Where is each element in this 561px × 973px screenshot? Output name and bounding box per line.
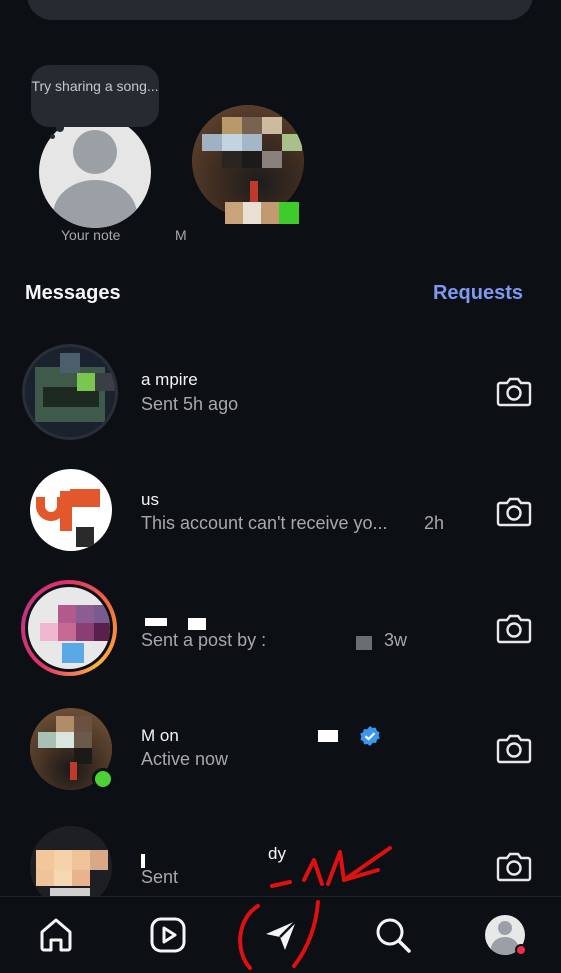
- verified-badge-icon: [360, 726, 380, 746]
- story-ring[interactable]: [21, 580, 117, 676]
- camera-icon[interactable]: [496, 850, 532, 882]
- conversation-row[interactable]: Sent a post by : 3w: [0, 578, 561, 688]
- online-indicator: [92, 768, 114, 790]
- camera-icon[interactable]: [496, 612, 532, 644]
- conversation-status: Sent: [141, 867, 179, 887]
- requests-link[interactable]: Requests: [433, 282, 523, 305]
- direct-icon[interactable]: [261, 915, 301, 955]
- own-note[interactable]: [36, 116, 154, 228]
- friend-note-avatar[interactable]: [192, 105, 304, 217]
- conversation-name: M on: [141, 726, 179, 745]
- conversation-status: This account can't receive yo...: [141, 513, 388, 533]
- search-icon[interactable]: [373, 915, 413, 955]
- own-note-label: Your note: [61, 227, 121, 243]
- reels-icon[interactable]: [148, 915, 188, 955]
- conversation-name: a mpire: [141, 370, 198, 389]
- bottom-nav: [0, 896, 561, 973]
- note-bubble[interactable]: Try sharing a song...: [31, 65, 159, 127]
- online-indicator: [279, 202, 299, 224]
- profile-icon[interactable]: [485, 915, 527, 956]
- conversation-row[interactable]: us This account can't receive yo... 2h: [0, 465, 561, 575]
- own-avatar[interactable]: [39, 116, 151, 228]
- messages-title: Messages: [25, 282, 121, 304]
- conversation-time: 2h: [424, 513, 445, 533]
- search-bar[interactable]: [27, 0, 533, 20]
- avatar[interactable]: [22, 344, 118, 440]
- conversation-name: us: [141, 490, 159, 509]
- conversation-status: Sent a post by :: [141, 630, 267, 650]
- camera-icon[interactable]: [496, 495, 532, 527]
- conversation-time: 3w: [384, 630, 408, 650]
- avatar[interactable]: [30, 469, 112, 551]
- notes-strip: Try sharing a song... Your note M: [0, 60, 561, 260]
- conversation-row[interactable]: a mpire Sent 5h ago: [0, 340, 561, 450]
- home-icon[interactable]: [36, 915, 76, 955]
- conversation-name: dy: [268, 844, 286, 863]
- conversation-status: Sent 5h ago: [141, 394, 239, 414]
- friend-note-label: M: [175, 227, 187, 243]
- conversation-status: Active now: [141, 749, 229, 769]
- camera-icon[interactable]: [496, 375, 532, 407]
- conversation-row[interactable]: M on Active now: [0, 700, 561, 810]
- messages-header: Messages Requests: [25, 282, 525, 308]
- notification-dot: [515, 944, 527, 956]
- camera-icon[interactable]: [496, 732, 532, 764]
